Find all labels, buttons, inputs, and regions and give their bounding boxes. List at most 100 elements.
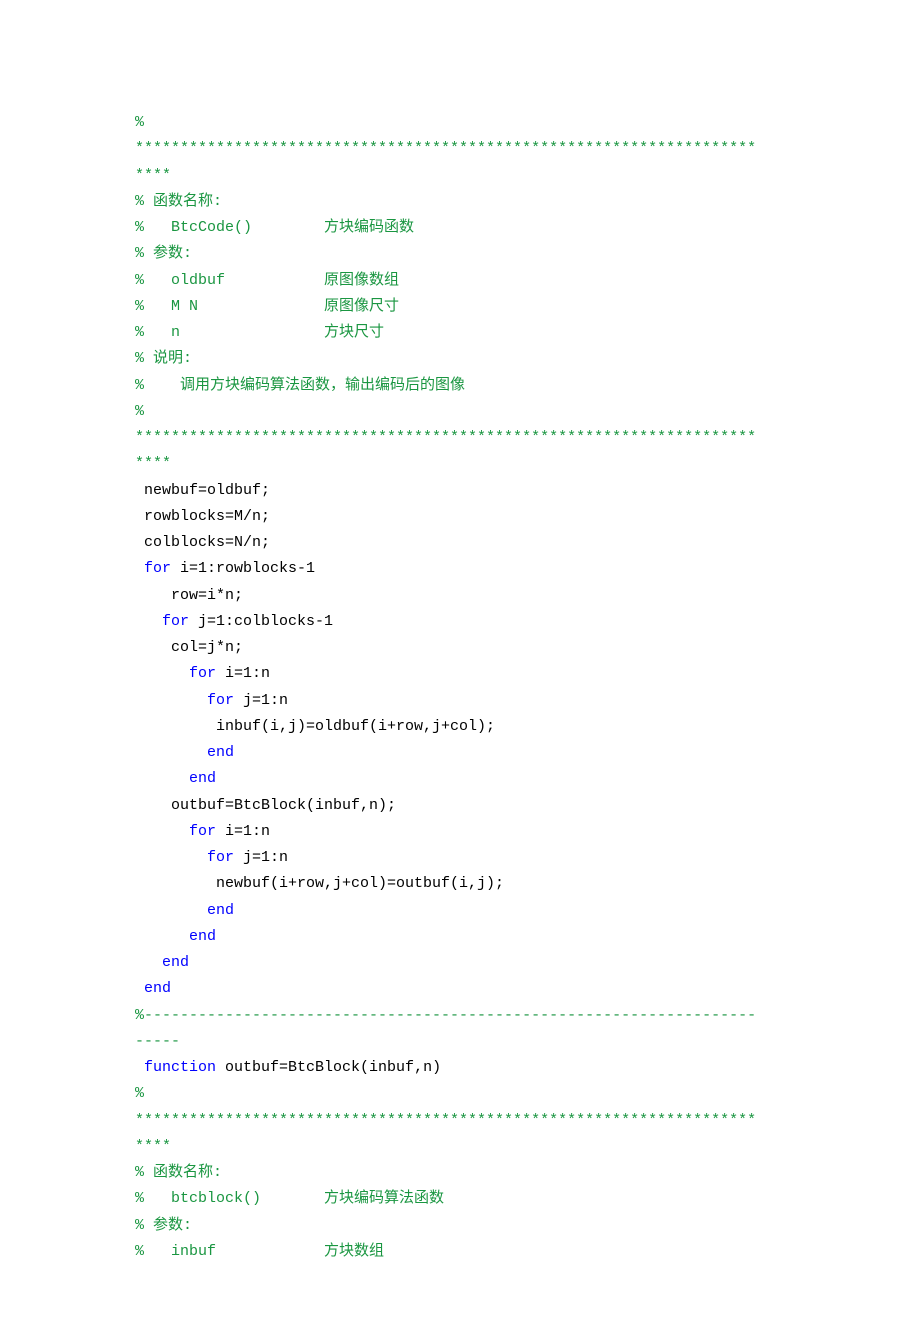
comment-text: ****************************************…: [135, 140, 756, 157]
code-line: % n 方块尺寸: [135, 320, 790, 346]
code-text: j=1:n: [234, 849, 288, 866]
code-text: [135, 692, 207, 709]
code-line: %: [135, 399, 790, 425]
code-line: ****************************************…: [135, 136, 790, 162]
code-text: [135, 954, 162, 971]
code-line: row=i*n;: [135, 583, 790, 609]
code-text: [135, 770, 189, 787]
code-line: for i=1:rowblocks-1: [135, 556, 790, 582]
code-line: for j=1:n: [135, 845, 790, 871]
code-line: % btcblock() 方块编码算法函数: [135, 1186, 790, 1212]
comment-text: % 函数名称:: [135, 193, 222, 210]
code-line: % 参数:: [135, 1213, 790, 1239]
keyword: end: [162, 954, 189, 971]
keyword: for: [144, 560, 171, 577]
code-line: % oldbuf 原图像数组: [135, 268, 790, 294]
comment-text: % inbuf 方块数组: [135, 1243, 384, 1260]
code-line: col=j*n;: [135, 635, 790, 661]
code-line: % inbuf 方块数组: [135, 1239, 790, 1265]
keyword: for: [207, 692, 234, 709]
keyword: for: [162, 613, 189, 630]
comment-text: % BtcCode() 方块编码函数: [135, 219, 414, 236]
comment-text: % 参数:: [135, 1217, 192, 1234]
code-line: end: [135, 950, 790, 976]
comment-text: % oldbuf 原图像数组: [135, 272, 399, 289]
keyword: end: [144, 980, 171, 997]
code-text: colblocks=N/n;: [135, 534, 270, 551]
code-line: %: [135, 110, 790, 136]
code-line: colblocks=N/n;: [135, 530, 790, 556]
keyword: end: [189, 928, 216, 945]
code-text: col=j*n;: [135, 639, 243, 656]
code-line: inbuf(i,j)=oldbuf(i+row,j+col);: [135, 714, 790, 740]
code-line: % 说明:: [135, 346, 790, 372]
code-line: for j=1:n: [135, 688, 790, 714]
code-text: [135, 928, 189, 945]
code-text: [135, 613, 162, 630]
code-text: [135, 560, 144, 577]
code-line: % M N 原图像尺寸: [135, 294, 790, 320]
comment-text: ****: [135, 1138, 171, 1155]
keyword: function: [144, 1059, 216, 1076]
code-line: outbuf=BtcBlock(inbuf,n);: [135, 793, 790, 819]
comment-text: % 调用方块编码算法函数，输出编码后的图像: [135, 377, 465, 394]
comment-text: % n 方块尺寸: [135, 324, 384, 341]
code-line: end: [135, 976, 790, 1002]
code-text: row=i*n;: [135, 587, 243, 604]
code-line: end: [135, 924, 790, 950]
code-line: for j=1:colblocks-1: [135, 609, 790, 635]
keyword: for: [189, 823, 216, 840]
code-text: [135, 1059, 144, 1076]
code-line: end: [135, 740, 790, 766]
code-line: ****: [135, 1134, 790, 1160]
code-line: % 参数:: [135, 241, 790, 267]
code-text: inbuf(i,j)=oldbuf(i+row,j+col);: [135, 718, 495, 735]
code-line: for i=1:n: [135, 661, 790, 687]
comment-text: % 说明:: [135, 350, 192, 367]
keyword: end: [207, 744, 234, 761]
comment-text: ****: [135, 455, 171, 472]
code-text: outbuf=BtcBlock(inbuf,n);: [135, 797, 396, 814]
comment-text: % M N 原图像尺寸: [135, 298, 399, 315]
code-line: ****************************************…: [135, 425, 790, 451]
comment-text: ****************************************…: [135, 1112, 756, 1129]
code-line: % 函数名称:: [135, 189, 790, 215]
keyword: end: [207, 902, 234, 919]
comment-text: ****: [135, 167, 171, 184]
code-line: ****: [135, 451, 790, 477]
comment-text: % 参数:: [135, 245, 192, 262]
code-text: i=1:n: [216, 665, 270, 682]
code-text: j=1:colblocks-1: [189, 613, 333, 630]
code-document: %***************************************…: [0, 0, 920, 1325]
code-line: ****: [135, 163, 790, 189]
code-line: % 调用方块编码算法函数，输出编码后的图像: [135, 373, 790, 399]
keyword: end: [189, 770, 216, 787]
code-line: ****************************************…: [135, 1108, 790, 1134]
code-text: [135, 902, 207, 919]
code-line: % BtcCode() 方块编码函数: [135, 215, 790, 241]
code-line: function outbuf=BtcBlock(inbuf,n): [135, 1055, 790, 1081]
code-text: outbuf=BtcBlock(inbuf,n): [216, 1059, 441, 1076]
code-text: newbuf(i+row,j+col)=outbuf(i,j);: [135, 875, 504, 892]
code-line: end: [135, 766, 790, 792]
code-text: [135, 849, 207, 866]
code-text: j=1:n: [234, 692, 288, 709]
code-text: [135, 980, 144, 997]
comment-text: %---------------------------------------…: [135, 1007, 756, 1024]
keyword: for: [189, 665, 216, 682]
keyword: for: [207, 849, 234, 866]
comment-text: % 函数名称:: [135, 1164, 222, 1181]
code-text: [135, 744, 207, 761]
code-text: i=1:n: [216, 823, 270, 840]
comment-text: %: [135, 1085, 144, 1102]
code-text: [135, 665, 189, 682]
code-line: %: [135, 1081, 790, 1107]
code-text: [135, 823, 189, 840]
code-line: -----: [135, 1029, 790, 1055]
comment-text: %: [135, 403, 144, 420]
code-text: rowblocks=M/n;: [135, 508, 270, 525]
code-text: newbuf=oldbuf;: [135, 482, 270, 499]
code-line: newbuf=oldbuf;: [135, 478, 790, 504]
code-line: % 函数名称:: [135, 1160, 790, 1186]
comment-text: %: [135, 114, 144, 131]
